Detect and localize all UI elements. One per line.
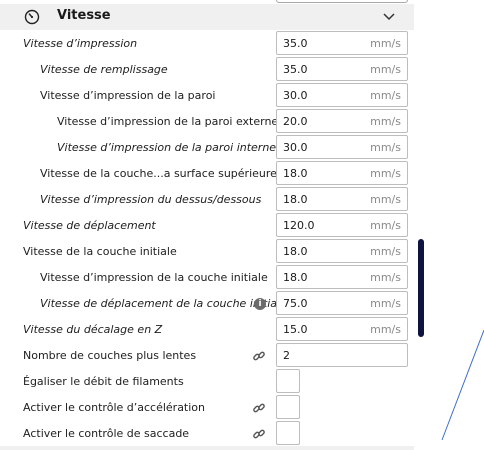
- settings-panel: Vitesse Vitesse d’impression 35.0 mm/s V…: [0, 0, 414, 450]
- equalize-flow-checkbox[interactable]: [276, 369, 300, 393]
- outer-wall-speed-input[interactable]: 20.0 mm/s: [276, 109, 408, 133]
- slower-layers-input[interactable]: 2: [276, 343, 408, 367]
- setting-row-initial-layer-speed: Vitesse de la couche initiale 18.0 mm/s: [0, 239, 414, 265]
- field-unit: mm/s: [370, 323, 401, 336]
- field-value: 30.0: [283, 141, 308, 154]
- initial-layer-speed-input[interactable]: 18.0 mm/s: [276, 239, 408, 263]
- setting-label: Vitesse du décalage en Z: [23, 323, 163, 336]
- gauge-icon: [24, 9, 40, 25]
- top-surface-speed-input[interactable]: 18.0 mm/s: [276, 161, 408, 185]
- setting-row-outer-wall-speed: Vitesse d’impression de la paroi externe…: [0, 109, 414, 135]
- setting-row-initial-layer-travel-speed: Vitesse de déplacement de la couche init…: [0, 291, 414, 317]
- setting-row-jerk-control: Activer le contrôle de saccade: [0, 421, 414, 447]
- setting-label: Vitesse de déplacement de la couche init…: [40, 297, 287, 310]
- field-unit: mm/s: [370, 219, 401, 232]
- field-value: 20.0: [283, 115, 308, 128]
- field-unit: mm/s: [370, 115, 401, 128]
- field-value: 30.0: [283, 89, 308, 102]
- field-unit: mm/s: [370, 167, 401, 180]
- jerk-control-checkbox[interactable]: [276, 421, 300, 445]
- chevron-up-icon[interactable]: [382, 11, 396, 23]
- setting-label: Vitesse d’impression de la paroi interne: [57, 141, 277, 154]
- acceleration-control-checkbox[interactable]: [276, 395, 300, 419]
- setting-label: Égaliser le débit de filaments: [23, 375, 184, 388]
- setting-row-slower-layers: Nombre de couches plus lentes 2: [0, 343, 414, 369]
- setting-label: Vitesse d’impression: [23, 37, 138, 50]
- field-unit: mm/s: [370, 193, 401, 206]
- field-unit: mm/s: [370, 297, 401, 310]
- setting-row-z-hop-speed: Vitesse du décalage en Z 15.0 mm/s: [0, 317, 414, 343]
- z-hop-speed-input[interactable]: 15.0 mm/s: [276, 317, 408, 341]
- travel-speed-input[interactable]: 120.0 mm/s: [276, 213, 408, 237]
- field-value: 15.0: [283, 323, 308, 336]
- viewport-edge-line: [441, 330, 484, 441]
- field-unit: mm/s: [370, 63, 401, 76]
- setting-row-acceleration-control: Activer le contrôle d’accélération: [0, 395, 414, 421]
- setting-label: Nombre de couches plus lentes: [23, 349, 197, 362]
- link-icon[interactable]: [252, 427, 266, 441]
- link-icon[interactable]: [252, 349, 266, 363]
- field-unit: mm/s: [370, 271, 401, 284]
- setting-label: Vitesse de la couche...a surface supérie…: [40, 167, 277, 180]
- setting-row-wall-speed: Vitesse d’impression de la paroi 30.0 mm…: [0, 83, 414, 109]
- field-unit: mm/s: [370, 245, 401, 258]
- setting-row-initial-layer-print-speed: Vitesse d’impression de la couche initia…: [0, 265, 414, 291]
- inner-wall-speed-input[interactable]: 30.0 mm/s: [276, 135, 408, 159]
- setting-row-equalize-flow: Égaliser le débit de filaments: [0, 369, 414, 395]
- vertical-scrollbar-thumb[interactable]: [418, 239, 424, 337]
- section-title: Vitesse: [57, 8, 111, 23]
- wall-speed-input[interactable]: 30.0 mm/s: [276, 83, 408, 107]
- setting-row-top-surface-speed: Vitesse de la couche...a surface supérie…: [0, 161, 414, 187]
- field-value: 18.0: [283, 271, 308, 284]
- field-value: 75.0: [283, 297, 308, 310]
- initial-layer-print-speed-input[interactable]: 18.0 mm/s: [276, 265, 408, 289]
- setting-row-travel-speed: Vitesse de déplacement 120.0 mm/s: [0, 213, 414, 239]
- setting-label: Vitesse de remplissage: [40, 63, 168, 76]
- field-unit: mm/s: [370, 37, 401, 50]
- setting-row-print-speed: Vitesse d’impression 35.0 mm/s: [0, 31, 414, 57]
- field-value: 35.0: [283, 37, 308, 50]
- field-unit: mm/s: [370, 141, 401, 154]
- setting-row-infill-speed: Vitesse de remplissage 35.0 mm/s: [0, 57, 414, 83]
- setting-label: Vitesse de la couche initiale: [23, 245, 177, 258]
- field-value: 18.0: [283, 245, 308, 258]
- field-value: 35.0: [283, 63, 308, 76]
- setting-label: Vitesse d’impression du dessus/dessous: [40, 193, 262, 206]
- setting-label: Vitesse de déplacement: [23, 219, 156, 232]
- field-value: 18.0: [283, 167, 308, 180]
- setting-label: Vitesse d’impression de la couche initia…: [40, 271, 268, 284]
- setting-label: Activer le contrôle de saccade: [23, 427, 190, 440]
- setting-label: Vitesse d’impression de la paroi externe: [57, 115, 279, 128]
- field-unit: mm/s: [370, 89, 401, 102]
- field-value: 120.0: [283, 219, 315, 232]
- initial-layer-travel-speed-input[interactable]: 75.0 mm/s: [276, 291, 408, 315]
- field-value: 2: [283, 349, 290, 362]
- next-section-header: [0, 446, 414, 450]
- setting-row-inner-wall-speed: Vitesse d’impression de la paroi interne…: [0, 135, 414, 161]
- print-speed-input[interactable]: 35.0 mm/s: [276, 31, 408, 55]
- top-bottom-speed-input[interactable]: 18.0 mm/s: [276, 187, 408, 211]
- setting-label: Vitesse d’impression de la paroi: [40, 89, 216, 102]
- setting-row-top-bottom-speed: Vitesse d’impression du dessus/dessous 1…: [0, 187, 414, 213]
- setting-label: Activer le contrôle d’accélération: [23, 401, 205, 414]
- link-icon[interactable]: [252, 401, 266, 415]
- section-header-speed[interactable]: Vitesse: [0, 4, 414, 30]
- field-value: 18.0: [283, 193, 308, 206]
- infill-speed-input[interactable]: 35.0 mm/s: [276, 57, 408, 81]
- info-icon[interactable]: i: [254, 298, 266, 310]
